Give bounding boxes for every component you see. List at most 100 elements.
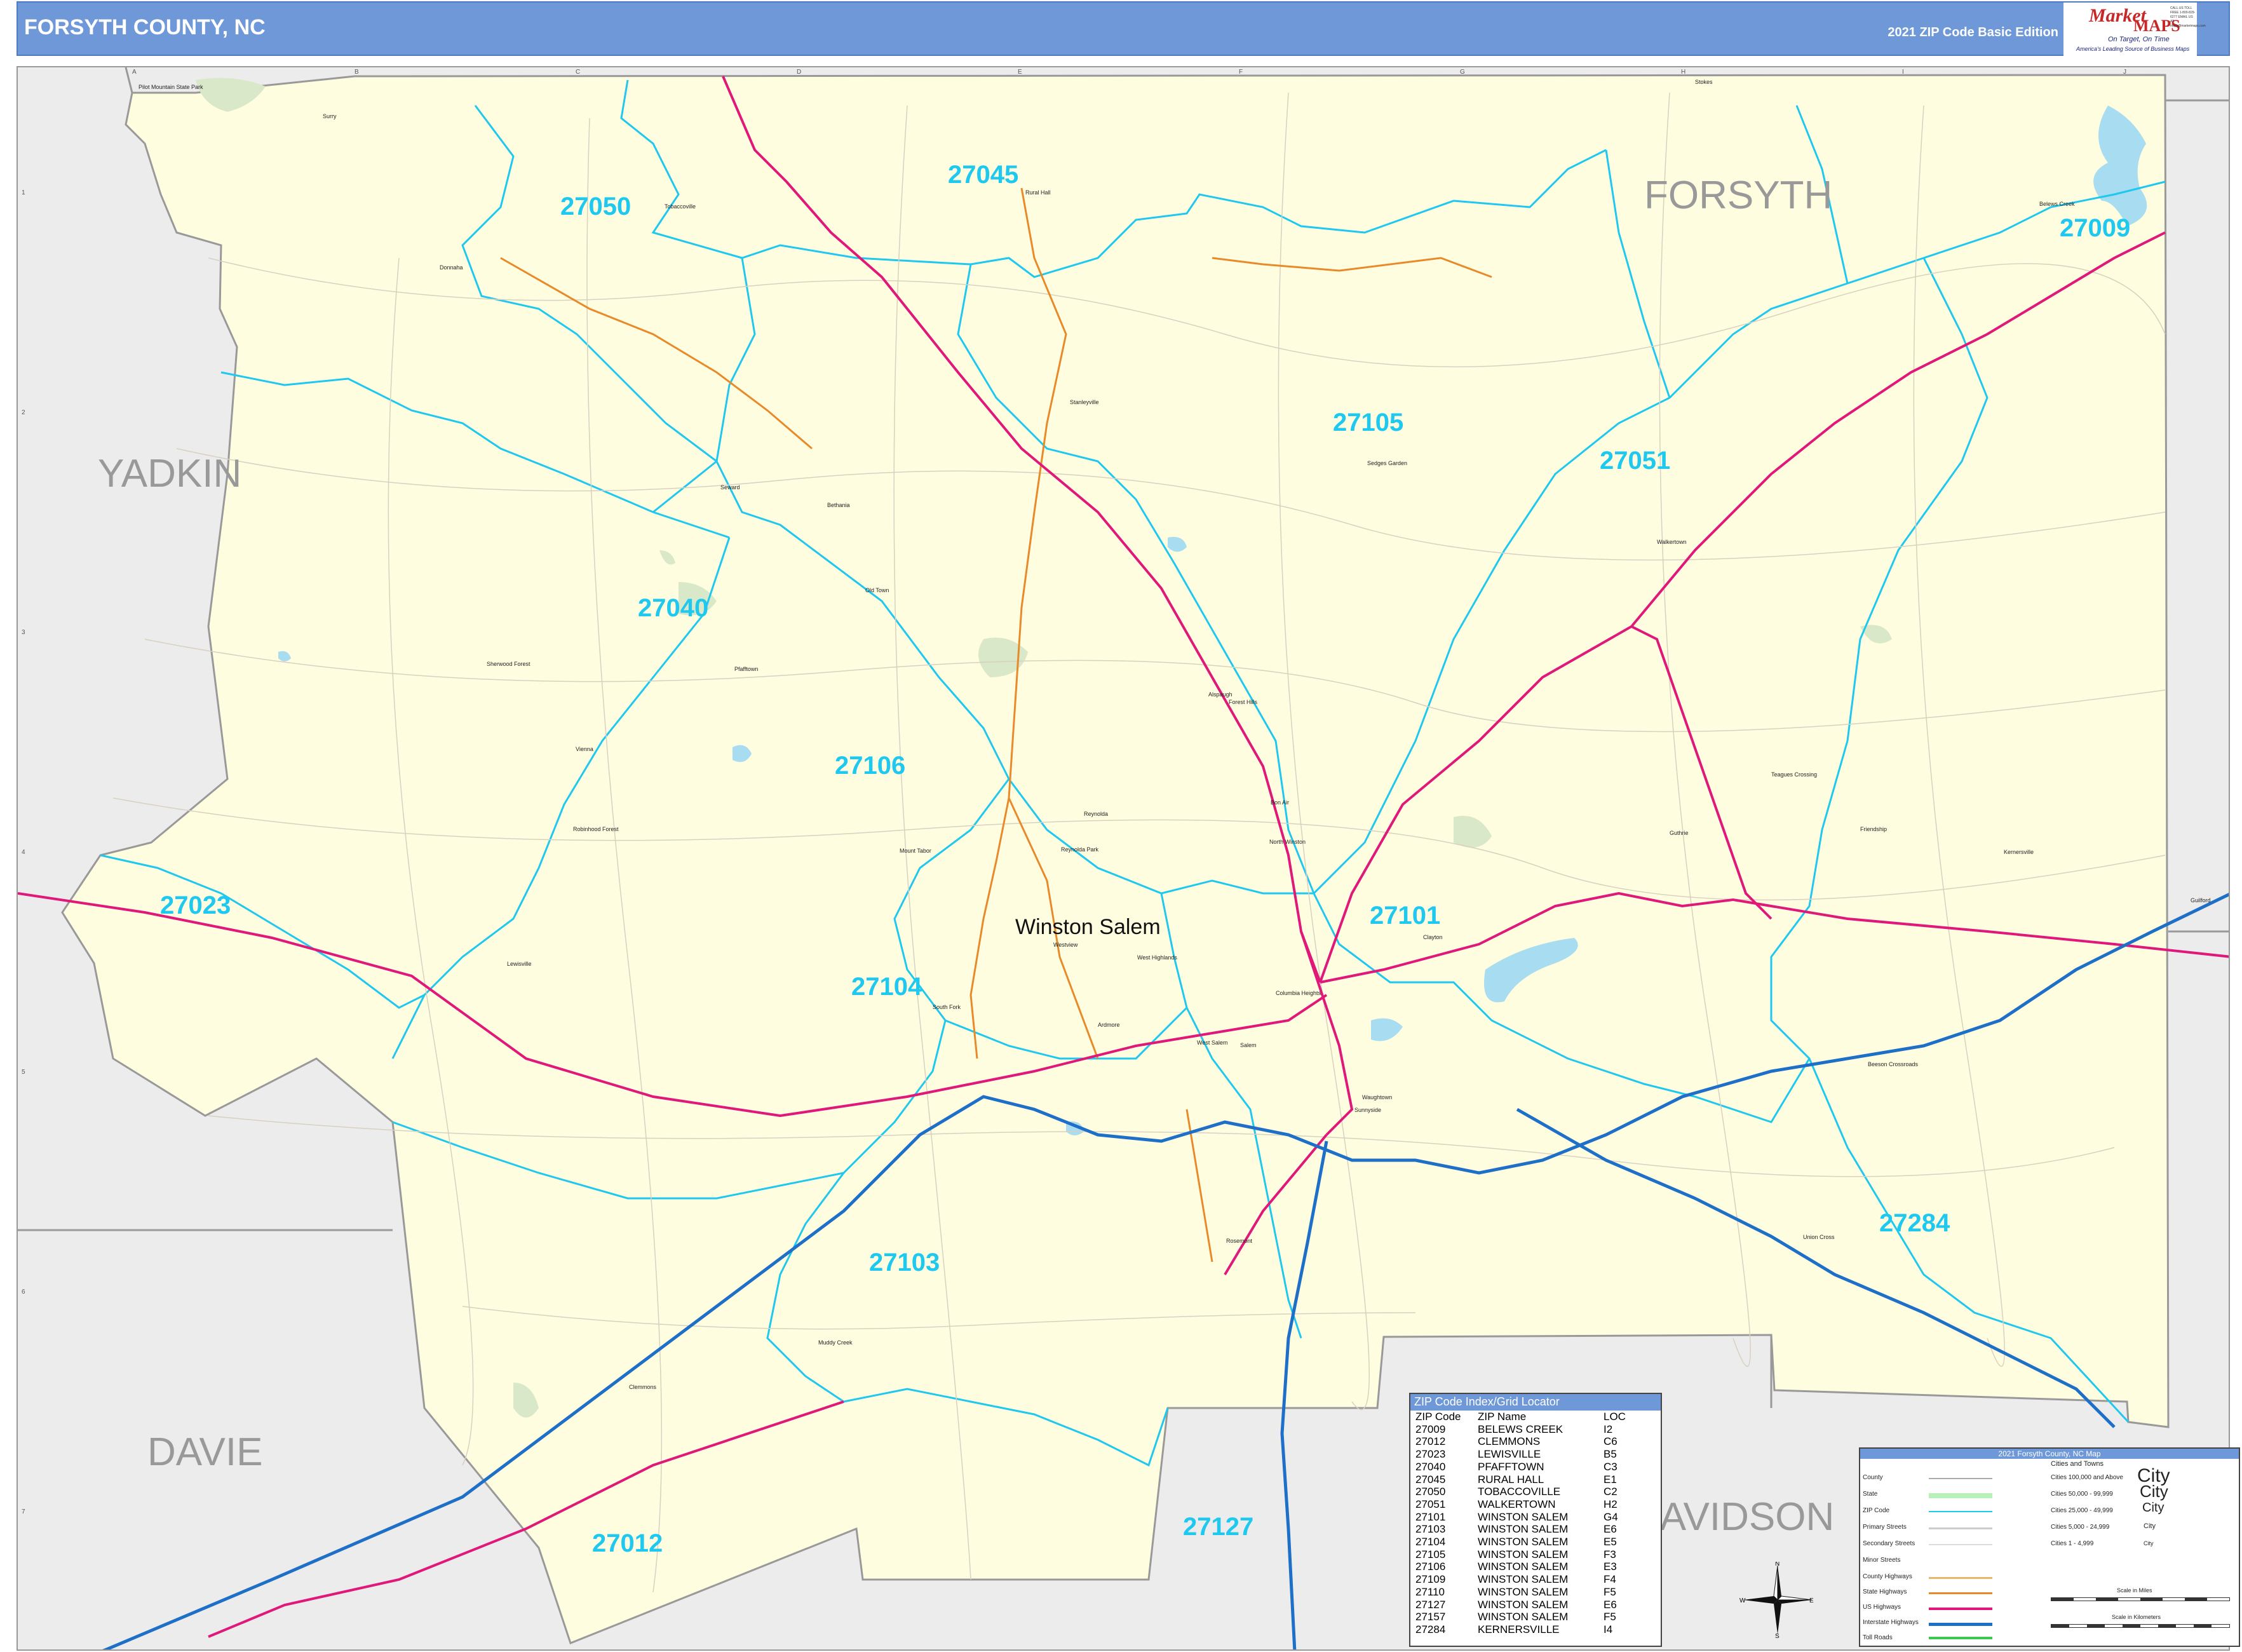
town-label: West Salem	[1197, 1039, 1227, 1046]
legend-swatch-interstate	[1929, 1623, 1992, 1626]
town-label: Alspaugh	[1208, 691, 1232, 698]
index-row: 27012 CLEMMONS C6	[1414, 1435, 1627, 1448]
index-row: 27284 KERNERSVILLE I4	[1414, 1623, 1627, 1636]
title-bar: FORSYTH COUNTY, NC 2021 ZIP Code Basic E…	[17, 1, 2230, 56]
compass-rose-icon: N S E W	[1739, 1562, 1814, 1638]
town-label: Vienna	[576, 746, 593, 752]
index-header: ZIP Name	[1478, 1411, 1527, 1423]
legend-item: County	[1863, 1474, 1883, 1481]
town-label: Union Cross	[1803, 1234, 1835, 1240]
legend-swatch-primary	[1929, 1527, 1992, 1529]
index-zip: 27104	[1415, 1536, 1446, 1548]
index-loc: B5	[1604, 1448, 1617, 1461]
index-zip: 27009	[1415, 1423, 1446, 1435]
index-title: ZIP Code Index/Grid Locator	[1410, 1394, 1661, 1411]
index-row: 27157 WINSTON SALEM F5	[1414, 1611, 1627, 1623]
index-zip: 27109	[1415, 1573, 1446, 1586]
town-label: Surry	[323, 113, 337, 119]
zip-label-27104: 27104	[851, 973, 922, 1001]
legend-item: State Highways	[1863, 1588, 1907, 1595]
index-row: 27040 PFAFFTOWN C3	[1414, 1461, 1627, 1473]
town-label: West Highlands	[1137, 954, 1177, 961]
town-label: Tobaccoville	[665, 203, 696, 210]
index-loc: F4	[1604, 1573, 1616, 1586]
legend-swatch-zip	[1929, 1511, 1992, 1512]
zip-label-27101: 27101	[1370, 902, 1440, 930]
legend-item: County Highways	[1863, 1573, 1912, 1580]
legend-city-tier: Cities 50,000 - 99,999	[2051, 1491, 2113, 1498]
legend-item: ZIP Code	[1863, 1507, 1890, 1514]
index-row: 27009 BELEWS CREEK I2	[1414, 1423, 1627, 1436]
legend-scale-km: Scale in Kilometers	[2112, 1614, 2161, 1620]
town-label: Rosemont	[1226, 1238, 1253, 1244]
town-label: Ardmore	[1098, 1022, 1120, 1028]
index-header-row: ZIP Code ZIP Name LOC	[1414, 1411, 1627, 1423]
index-header: LOC	[1604, 1411, 1626, 1423]
map-title: FORSYTH COUNTY, NC	[24, 15, 266, 39]
town-label: Reynolda	[1084, 811, 1108, 817]
legend-scale-miles: Scale in Miles	[2117, 1587, 2152, 1594]
index-loc: F5	[1604, 1611, 1616, 1623]
legend-item: Toll Roads	[1863, 1634, 1893, 1641]
legend-cities-title: Cities and Towns	[2051, 1460, 2104, 1468]
zip-label-27106: 27106	[835, 752, 905, 780]
index-name: KERNERSVILLE	[1478, 1623, 1560, 1635]
index-name: BELEWS CREEK	[1478, 1423, 1563, 1435]
legend-city-sample: City	[2144, 1522, 2156, 1530]
legend-swatch-secondary	[1929, 1544, 1992, 1545]
index-row: 27023 LEWISVILLE B5	[1414, 1448, 1627, 1461]
zip-label-27105: 27105	[1333, 409, 1403, 437]
index-row: 27051 WALKERTOWN H2	[1414, 1498, 1627, 1511]
zip-label-27050: 27050	[560, 193, 631, 220]
index-name: WINSTON SALEM	[1478, 1573, 1569, 1586]
town-label: Mount Tabor	[900, 848, 931, 854]
town-label: North Winston	[1269, 839, 1306, 845]
town-label: Stanleyville	[1070, 399, 1099, 405]
grid-row: 4	[22, 849, 25, 856]
town-label: Belews Creek	[2039, 201, 2075, 207]
zip-code-map[interactable]: YADKIN FORSYTH DAVIE DAVIDSON Winston Sa…	[18, 67, 2230, 1651]
index-row: 27105 WINSTON SALEM F3	[1414, 1548, 1627, 1561]
index-header: ZIP Code	[1415, 1411, 1461, 1423]
town-label: Pilot Mountain State Park	[138, 84, 203, 90]
legend-city-sample: City	[2144, 1540, 2154, 1547]
town-label: Old Town	[865, 587, 889, 593]
index-loc: F3	[1604, 1548, 1616, 1561]
index-loc: I2	[1604, 1423, 1613, 1435]
index-zip: 27106	[1415, 1561, 1446, 1573]
town-label: Columbia Heights	[1276, 990, 1321, 996]
town-label: Sunnyside	[1354, 1107, 1381, 1113]
grid-col: D	[797, 69, 801, 76]
index-row: 27104 WINSTON SALEM E5	[1414, 1536, 1627, 1548]
grid-col: E	[1018, 69, 1022, 76]
index-zip: 27023	[1415, 1448, 1446, 1461]
town-label: Beeson Crossroads	[1868, 1061, 1919, 1067]
index-loc: E1	[1604, 1473, 1617, 1486]
zip-label-27012: 27012	[592, 1529, 663, 1557]
index-row: 27110 WINSTON SALEM F5	[1414, 1586, 1627, 1599]
index-name: WINSTON SALEM	[1478, 1523, 1569, 1536]
zip-label-27040: 27040	[638, 594, 708, 622]
town-label: Sedges Garden	[1367, 460, 1407, 466]
map-frame[interactable]: YADKIN FORSYTH DAVIE DAVIDSON Winston Sa…	[17, 66, 2230, 1651]
logo-tagline: On Target, On Time	[2108, 36, 2170, 43]
index-loc: G4	[1604, 1510, 1618, 1523]
zip-label-27009: 27009	[2060, 214, 2130, 242]
grid-row: 1	[22, 189, 25, 196]
logo-contact: CALL US TOLL FREE 1-800-829-6277 EMAIL U…	[2170, 6, 2206, 28]
index-loc: H2	[1604, 1498, 1617, 1510]
index-row: 27101 WINSTON SALEM G4	[1414, 1511, 1627, 1524]
legend-item: Minor Streets	[1863, 1557, 1901, 1564]
grid-col: F	[1239, 69, 1243, 76]
county-label-davie: DAVIE	[147, 1430, 262, 1474]
grid-col: C	[576, 69, 580, 76]
grid-row: 2	[22, 409, 25, 416]
legend-title: 2021 Forsyth County, NC Map	[1860, 1449, 2239, 1459]
legend-city-tier: Cities 25,000 - 49,999	[2051, 1507, 2113, 1514]
zip-label-27045: 27045	[948, 161, 1018, 189]
town-label: Rural Hall	[1025, 189, 1051, 196]
legend-swatch-us-hwy	[1929, 1608, 1992, 1610]
index-loc: I4	[1604, 1623, 1613, 1635]
index-row: 27127 WINSTON SALEM E6	[1414, 1599, 1627, 1611]
index-zip: 27101	[1415, 1510, 1446, 1523]
